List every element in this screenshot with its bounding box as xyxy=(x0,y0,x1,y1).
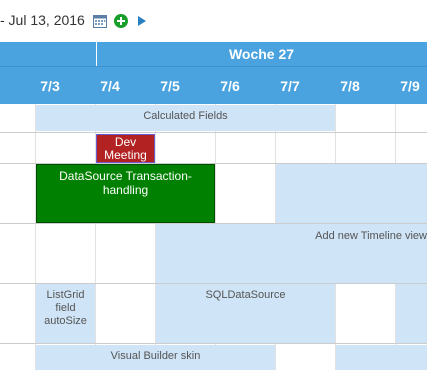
day-header-7-4[interactable]: 7/4 xyxy=(80,67,140,105)
timeline-grid: Calculated Fields Dev Meeting DataSource… xyxy=(0,104,427,370)
event-listgrid-autosize[interactable]: ListGrid field autoSize xyxy=(36,284,95,343)
event-sqldatasource[interactable]: SQLDataSource xyxy=(156,284,335,343)
event-add-timeline-view[interactable]: Add new Timeline view xyxy=(156,224,427,283)
day-header-7-7[interactable]: 7/7 xyxy=(260,67,320,105)
calendar-icon[interactable] xyxy=(92,13,108,29)
date-range-label: - Jul 13, 2016 xyxy=(0,12,85,28)
day-header-7-3[interactable]: 7/3 xyxy=(20,67,80,105)
add-circle-icon[interactable] xyxy=(113,13,129,29)
row-divider xyxy=(0,343,427,344)
event-dev-meeting[interactable]: Dev Meeting xyxy=(96,134,155,163)
next-arrow-icon[interactable] xyxy=(134,13,150,29)
event-calculated-fields[interactable]: Calculated Fields xyxy=(36,105,335,131)
event-datasource-transaction[interactable]: DataSource Transaction-handling xyxy=(36,164,215,223)
event-light-block[interactable] xyxy=(276,164,427,223)
day-header-7-8[interactable]: 7/8 xyxy=(320,67,380,105)
week-label: Woche 27 xyxy=(228,46,295,62)
day-header-7-5[interactable]: 7/5 xyxy=(140,67,200,105)
day-header-7-6[interactable]: 7/6 xyxy=(200,67,260,105)
event-light-block[interactable] xyxy=(336,345,427,370)
row-divider xyxy=(0,132,427,133)
week-header: Woche 27 xyxy=(0,42,427,66)
event-visual-builder-skin[interactable]: Visual Builder skin xyxy=(36,345,275,370)
day-header: 7/3 7/4 7/5 7/6 7/7 7/8 7/9 xyxy=(0,66,427,104)
event-light-block[interactable] xyxy=(396,284,427,343)
toolbar: - Jul 13, 2016 xyxy=(0,0,427,42)
day-header-7-9[interactable]: 7/9 xyxy=(380,67,427,105)
